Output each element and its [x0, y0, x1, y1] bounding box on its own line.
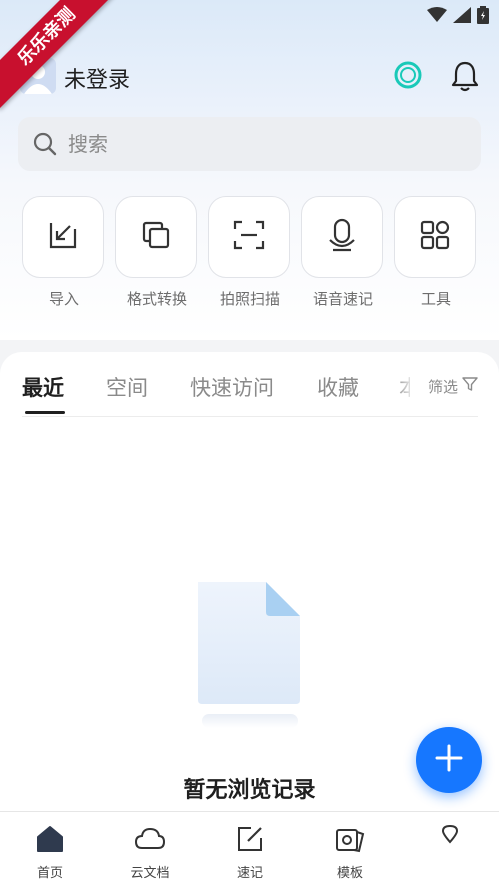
signal-icon	[453, 7, 471, 27]
nav-quick-notes[interactable]: 速记	[210, 824, 290, 881]
header: 未登录	[0, 54, 499, 102]
tools-grid-icon	[419, 219, 451, 255]
shortcut-label: 格式转换	[126, 290, 187, 308]
cloud-icon	[134, 827, 166, 858]
active-tab-indicator	[25, 411, 65, 414]
shortcut-label: 导入	[48, 290, 79, 308]
shortcut-tools[interactable]: 工具	[394, 196, 478, 309]
microphone-icon	[327, 218, 357, 256]
filter-icon	[462, 376, 478, 396]
import-icon	[47, 219, 79, 255]
shortcut-label: 语音速记	[312, 290, 373, 308]
nav-label: 速记	[236, 866, 263, 881]
shortcut-tile[interactable]	[22, 196, 104, 278]
shortcut-tile[interactable]	[394, 196, 476, 278]
search-icon	[32, 131, 58, 157]
shortcut-label: 拍照扫描	[219, 290, 280, 308]
nav-label: 云文档	[130, 866, 170, 881]
shortcut-import[interactable]: 导入	[22, 196, 106, 309]
nav-label: 首页	[36, 866, 63, 881]
tab-divider	[22, 416, 478, 417]
status-icons	[427, 6, 489, 28]
shortcut-label: 工具	[420, 290, 451, 308]
shortcut-tile[interactable]	[115, 196, 197, 278]
nav-home[interactable]: 首页	[10, 824, 90, 881]
nav-label: 模板	[336, 866, 363, 881]
shortcut-tile[interactable]	[208, 196, 290, 278]
tab-space[interactable]: 空间	[106, 372, 148, 402]
format-convert-icon	[140, 219, 172, 255]
tab-quick-access[interactable]: 快速访问	[190, 372, 274, 402]
battery-icon	[477, 6, 489, 28]
home-icon	[35, 826, 65, 858]
filter-label: 筛选	[428, 377, 459, 396]
wifi-icon	[427, 7, 447, 27]
login-status-label[interactable]: 未登录	[64, 62, 130, 94]
edit-icon	[235, 827, 265, 858]
shortcut-scan[interactable]: 拍照扫描	[208, 196, 292, 309]
bottom-navigation: 首页 云文档 速记 模板	[0, 811, 499, 889]
scan-icon	[232, 219, 266, 255]
location-icon	[440, 824, 460, 848]
nav-cloud-docs[interactable]: 云文档	[110, 824, 190, 881]
shortcut-row: 导入 格式转换 拍照扫描 语音速记 工具	[0, 196, 499, 316]
plus-icon	[434, 743, 464, 777]
nav-templates[interactable]: 模板	[310, 824, 390, 881]
search-bar[interactable]	[18, 117, 481, 171]
filter-button[interactable]: 筛选	[410, 366, 490, 406]
bell-icon[interactable]	[450, 60, 480, 96]
shortcut-format-convert[interactable]: 格式转换	[115, 196, 199, 309]
template-icon	[334, 829, 366, 858]
shortcut-tile[interactable]	[301, 196, 383, 278]
search-input[interactable]	[66, 131, 450, 157]
add-button[interactable]	[416, 727, 482, 793]
empty-document-icon	[190, 578, 310, 742]
shortcut-voice-note[interactable]: 语音速记	[301, 196, 385, 309]
tab-recent[interactable]: 最近	[22, 372, 64, 402]
nav-location[interactable]	[410, 824, 490, 852]
tab-favorites[interactable]: 收藏	[317, 372, 359, 402]
cloud-sync-icon[interactable]	[393, 60, 423, 94]
